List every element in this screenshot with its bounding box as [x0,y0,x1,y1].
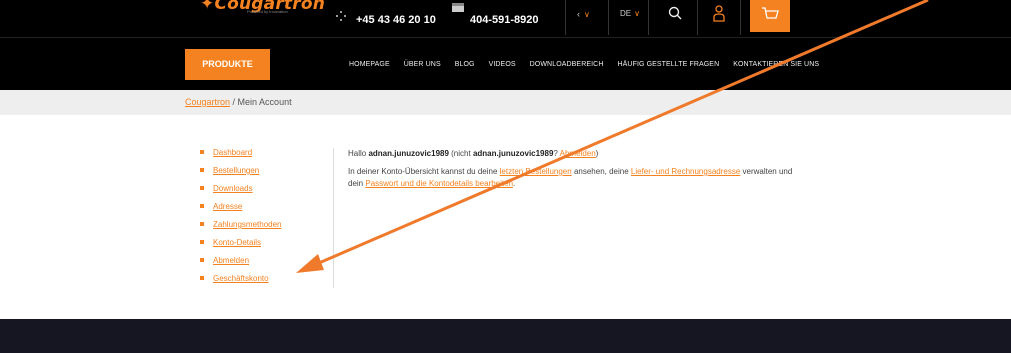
logout-link[interactable]: Abmelden [560,149,596,158]
search-icon[interactable] [668,6,682,20]
nav-links: HOMEPAGE ÜBER UNS BLOG VIDEOS DOWNLOADBEREIC… [349,61,833,68]
sidebar-link[interactable]: Geschäftskonto [213,274,269,283]
top-bar: ✦Cougartron Powered by Innovation +45 43… [0,0,1011,37]
bullet-icon [200,240,204,244]
nav-link-kontakt[interactable]: KONTAKTIEREN SIE UNS [733,61,819,68]
phone-number-us[interactable]: 404-591-8920 [470,14,539,26]
bullet-icon [200,150,204,154]
username: adnan.junuzovic1989 [368,149,449,158]
bullet-icon [200,276,204,280]
divider [740,0,741,35]
cart-icon [762,7,779,19]
recent-orders-link[interactable]: letzten Bestellungen [500,167,572,176]
phone-number[interactable]: +45 43 46 20 10 [356,14,436,26]
addresses-link[interactable]: Liefer- und Rechnungsadresse [631,167,740,176]
nav-link-uber-uns[interactable]: ÜBER UNS [404,61,441,68]
user-icon[interactable] [713,4,725,22]
currency-selector[interactable]: ‹ ∨ [577,9,590,19]
divider [565,0,566,35]
bullet-icon [200,168,204,172]
breadcrumb-current: Mein Account [237,97,292,107]
logo-tagline: Powered by Innovation [247,9,288,14]
bullet-icon [200,204,204,208]
breadcrumb-bar: Cougartron / Mein Account [0,90,1011,115]
main-navigation: PRODUKTE HOMEPAGE ÜBER UNS BLOG VIDEOS DOWNL… [0,37,1011,91]
sidebar-link[interactable]: Downloads [213,184,253,193]
nav-link-videos[interactable]: VIDEOS [489,61,516,68]
divider [697,0,698,35]
sidebar-link[interactable]: Abmelden [213,256,249,265]
breadcrumb: Cougartron / Mein Account [185,97,292,107]
bullet-icon [200,222,204,226]
language-selector[interactable]: DE ∨ [620,9,640,18]
account-details-link[interactable]: Passwort und die Kontodetails bearbeiten [365,179,513,188]
account-overview-text: In deiner Konto-Übersicht kannst du dein… [348,167,793,188]
sidebar-link[interactable]: Konto-Details [213,238,261,247]
produkte-button[interactable]: PRODUKTE [185,49,270,80]
username-repeat: adnan.junuzovic1989 [472,149,554,158]
nav-link-blog[interactable]: BLOG [455,61,475,68]
account-sidebar: Dashboard Bestellungen Downloads Adresse… [200,148,334,288]
nav-link-faq[interactable]: HÄUFIG GESTELLTE FRAGEN [617,61,719,68]
phone-icon [333,6,351,24]
cart-button[interactable] [750,0,790,32]
sidebar-link[interactable]: Bestellungen [213,166,259,175]
sidebar-link[interactable]: Adresse [213,202,242,211]
account-content: Hallo adnan.junuzovic1989 (nicht adnan.j… [348,148,798,190]
divider [608,0,609,35]
nav-link-homepage[interactable]: HOMEPAGE [349,61,390,68]
bullet-icon [200,186,204,190]
us-flag-icon [452,3,464,12]
breadcrumb-home-link[interactable]: Cougartron [185,97,230,107]
footer [0,319,1011,353]
breadcrumb-separator: / [230,97,238,107]
greeting: Hallo adnan.junuzovic1989 (nicht adnan.j… [348,149,599,158]
sidebar-link[interactable]: Zahlungsmethoden [213,220,282,229]
sidebar-link[interactable]: Dashboard [213,148,252,157]
bullet-icon [200,258,204,262]
divider [648,0,649,35]
nav-link-downloadbereich[interactable]: DOWNLOADBEREICH [530,61,604,68]
